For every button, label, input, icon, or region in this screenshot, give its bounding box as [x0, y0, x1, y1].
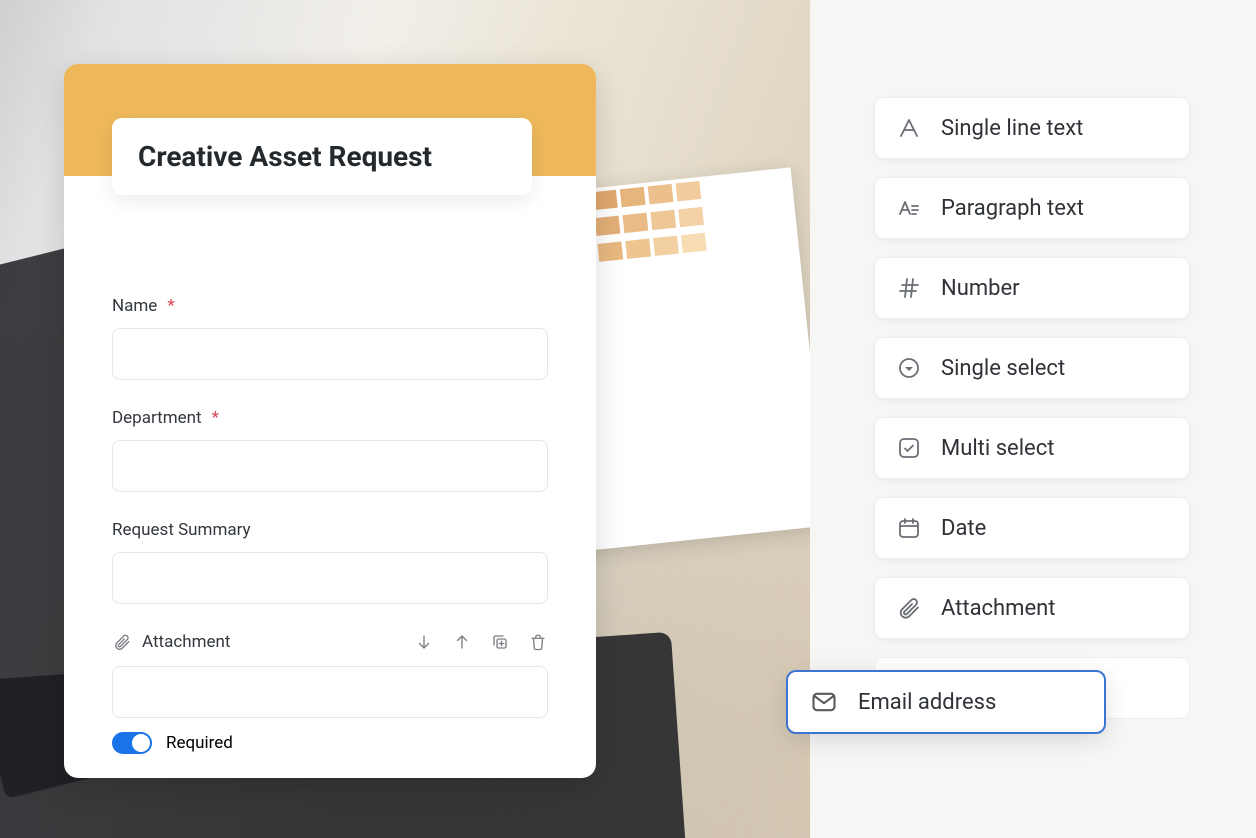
input-department[interactable]	[112, 440, 548, 492]
paperclip-icon	[112, 632, 132, 652]
label-text: Request Summary	[112, 520, 251, 540]
checkbox-icon	[897, 436, 921, 460]
field-department: Department *	[112, 408, 548, 492]
move-down-icon[interactable]	[414, 632, 434, 652]
paperclip-icon	[897, 596, 921, 620]
attachment-label: Attachment	[142, 632, 230, 652]
field-request-summary: Request Summary	[112, 520, 548, 604]
form-body: Name * Department * Request Summary	[64, 176, 596, 778]
dropdown-icon	[897, 356, 921, 380]
form-title: Creative Asset Request	[138, 140, 506, 173]
fieldtype-label: Date	[941, 516, 986, 541]
form-title-container[interactable]: Creative Asset Request	[112, 118, 532, 195]
fieldtype-label: Multi select	[941, 436, 1054, 461]
text-icon	[897, 116, 921, 140]
label-text: Department	[112, 408, 202, 428]
required-label: Required	[166, 733, 233, 753]
fieldtype-attachment[interactable]: Attachment	[874, 577, 1190, 639]
fieldtype-label: Email address	[858, 690, 996, 715]
fieldtype-number[interactable]: Number	[874, 257, 1190, 319]
form-preview-card: Creative Asset Request Name * Department *…	[64, 64, 596, 778]
required-toggle-row: Required	[112, 732, 548, 754]
fieldtype-single-select[interactable]: Single select	[874, 337, 1190, 399]
fieldtype-label: Attachment	[941, 596, 1055, 621]
field-attachment-editor: Attachment	[112, 632, 548, 778]
paragraph-icon	[897, 196, 921, 220]
fieldtype-multi-select[interactable]: Multi select	[874, 417, 1190, 479]
calendar-icon	[897, 516, 921, 540]
fieldtype-email-address-dragging[interactable]: Email address	[786, 670, 1106, 734]
hash-icon	[897, 276, 921, 300]
fieldtype-single-line-text[interactable]: Single line text	[874, 97, 1190, 159]
move-up-icon[interactable]	[452, 632, 472, 652]
input-attachment[interactable]	[112, 666, 548, 718]
fieldtype-label: Number	[941, 276, 1020, 301]
fieldtype-label: Single select	[941, 356, 1065, 381]
field-label-department: Department *	[112, 408, 548, 428]
duplicate-icon[interactable]	[490, 632, 510, 652]
envelope-icon	[810, 688, 838, 716]
fieldtype-label: Single line text	[941, 116, 1083, 141]
field-name: Name *	[112, 296, 548, 380]
input-request-summary[interactable]	[112, 552, 548, 604]
required-toggle[interactable]	[112, 732, 152, 754]
fieldtype-paragraph-text[interactable]: Paragraph text	[874, 177, 1190, 239]
attachment-header-row: Attachment	[112, 632, 548, 652]
field-label-name: Name *	[112, 296, 548, 316]
fieldtype-label: Paragraph text	[941, 196, 1084, 221]
delete-icon[interactable]	[528, 632, 548, 652]
label-text: Name	[112, 296, 157, 316]
attachment-actions	[414, 632, 548, 652]
fieldtype-date[interactable]: Date	[874, 497, 1190, 559]
field-label-request-summary: Request Summary	[112, 520, 548, 540]
required-marker: *	[212, 408, 219, 428]
input-name[interactable]	[112, 328, 548, 380]
required-marker: *	[167, 296, 174, 316]
